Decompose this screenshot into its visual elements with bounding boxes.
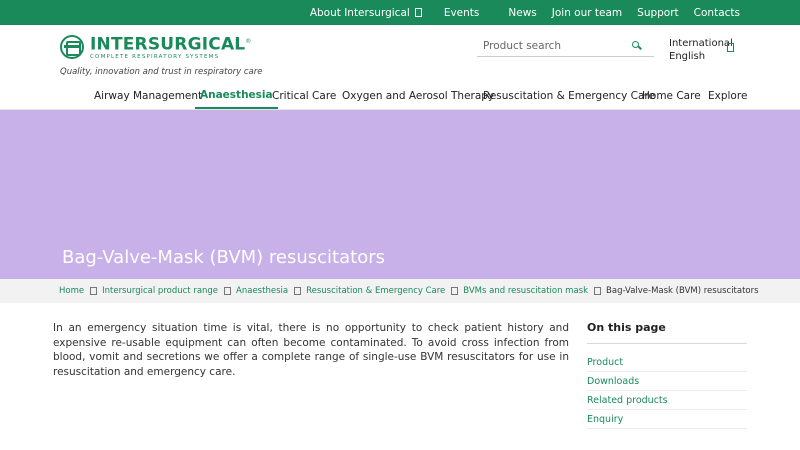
breadcrumb-separator-icon — [90, 287, 98, 295]
breadcrumb-separator-icon — [451, 287, 459, 295]
on-this-page-downloads[interactable]: Downloads — [587, 372, 747, 391]
search-icon[interactable] — [632, 40, 642, 51]
external-link-icon — [414, 8, 422, 17]
on-this-page-enquiry[interactable]: Enquiry — [587, 410, 747, 429]
intro-paragraph: In an emergency situation time is vital,… — [53, 322, 569, 378]
on-this-page-heading: On this page — [587, 321, 747, 344]
utility-links: About Intersurgical Events News Join our… — [296, 0, 740, 25]
nav-resuscitation-emergency-care[interactable]: Resuscitation & Emergency Care — [483, 83, 655, 109]
breadcrumb-separator-icon — [594, 287, 602, 295]
breadcrumb-resuscitation[interactable]: Resuscitation & Emergency Care — [306, 286, 445, 296]
breadcrumb-separator-icon — [294, 287, 302, 295]
page-title: Bag-Valve-Mask (BVM) resuscitators — [62, 247, 385, 268]
breadcrumb-home[interactable]: Home — [59, 286, 84, 296]
hero-banner: Bag-Valve-Mask (BVM) resuscitators — [0, 110, 800, 279]
breadcrumb-current: Bag-Valve-Mask (BVM) resuscitators — [606, 286, 759, 296]
on-this-page-related-products[interactable]: Related products — [587, 391, 747, 410]
breadcrumb-anaesthesia[interactable]: Anaesthesia — [236, 286, 288, 296]
nav-critical-care[interactable]: Critical Care — [272, 83, 336, 109]
brand-tagline: Quality, innovation and trust in respira… — [60, 67, 263, 77]
nav-home-care[interactable]: Home Care — [642, 83, 701, 109]
support-link[interactable]: Support — [637, 7, 679, 19]
nav-airway-management[interactable]: Airway Management — [94, 83, 202, 109]
intersurgical-logo-icon — [60, 34, 84, 59]
about-intersurgical-link[interactable]: About Intersurgical — [310, 7, 422, 19]
search-input[interactable]: Product search — [477, 40, 632, 52]
nav-explore[interactable]: Explore — [708, 83, 747, 109]
on-this-page-product[interactable]: Product — [587, 353, 747, 372]
region-external-icon — [727, 43, 734, 52]
nav-oxygen-aerosol-therapy[interactable]: Oxygen and Aerosol Therapy — [342, 83, 494, 109]
breadcrumb-bvms[interactable]: BVMs and resuscitation mask — [463, 286, 588, 296]
breadcrumb-separator-icon — [224, 287, 232, 295]
main-navigation: Airway Management Anaesthesia Critical C… — [0, 83, 800, 110]
breadcrumb-product-range[interactable]: Intersurgical product range — [102, 286, 218, 296]
intersurgical-logo[interactable]: INTERSURGICAL® COMPLETE RESPIRATORY SYST… — [60, 33, 252, 61]
contacts-link[interactable]: Contacts — [694, 7, 740, 19]
news-link[interactable]: News — [508, 7, 536, 19]
join-our-team-link[interactable]: Join our team — [552, 7, 622, 19]
breadcrumb: Home Intersurgical product range Anaesth… — [0, 279, 800, 303]
on-this-page-panel: On this page Product Downloads Related p… — [587, 321, 747, 429]
product-search[interactable]: Product search — [477, 35, 654, 57]
nav-anaesthesia[interactable]: Anaesthesia — [195, 83, 278, 109]
top-utility-bar: About Intersurgical Events News Join our… — [0, 0, 800, 25]
events-link[interactable]: Events — [444, 7, 480, 19]
region-selector[interactable]: International English — [669, 37, 734, 63]
